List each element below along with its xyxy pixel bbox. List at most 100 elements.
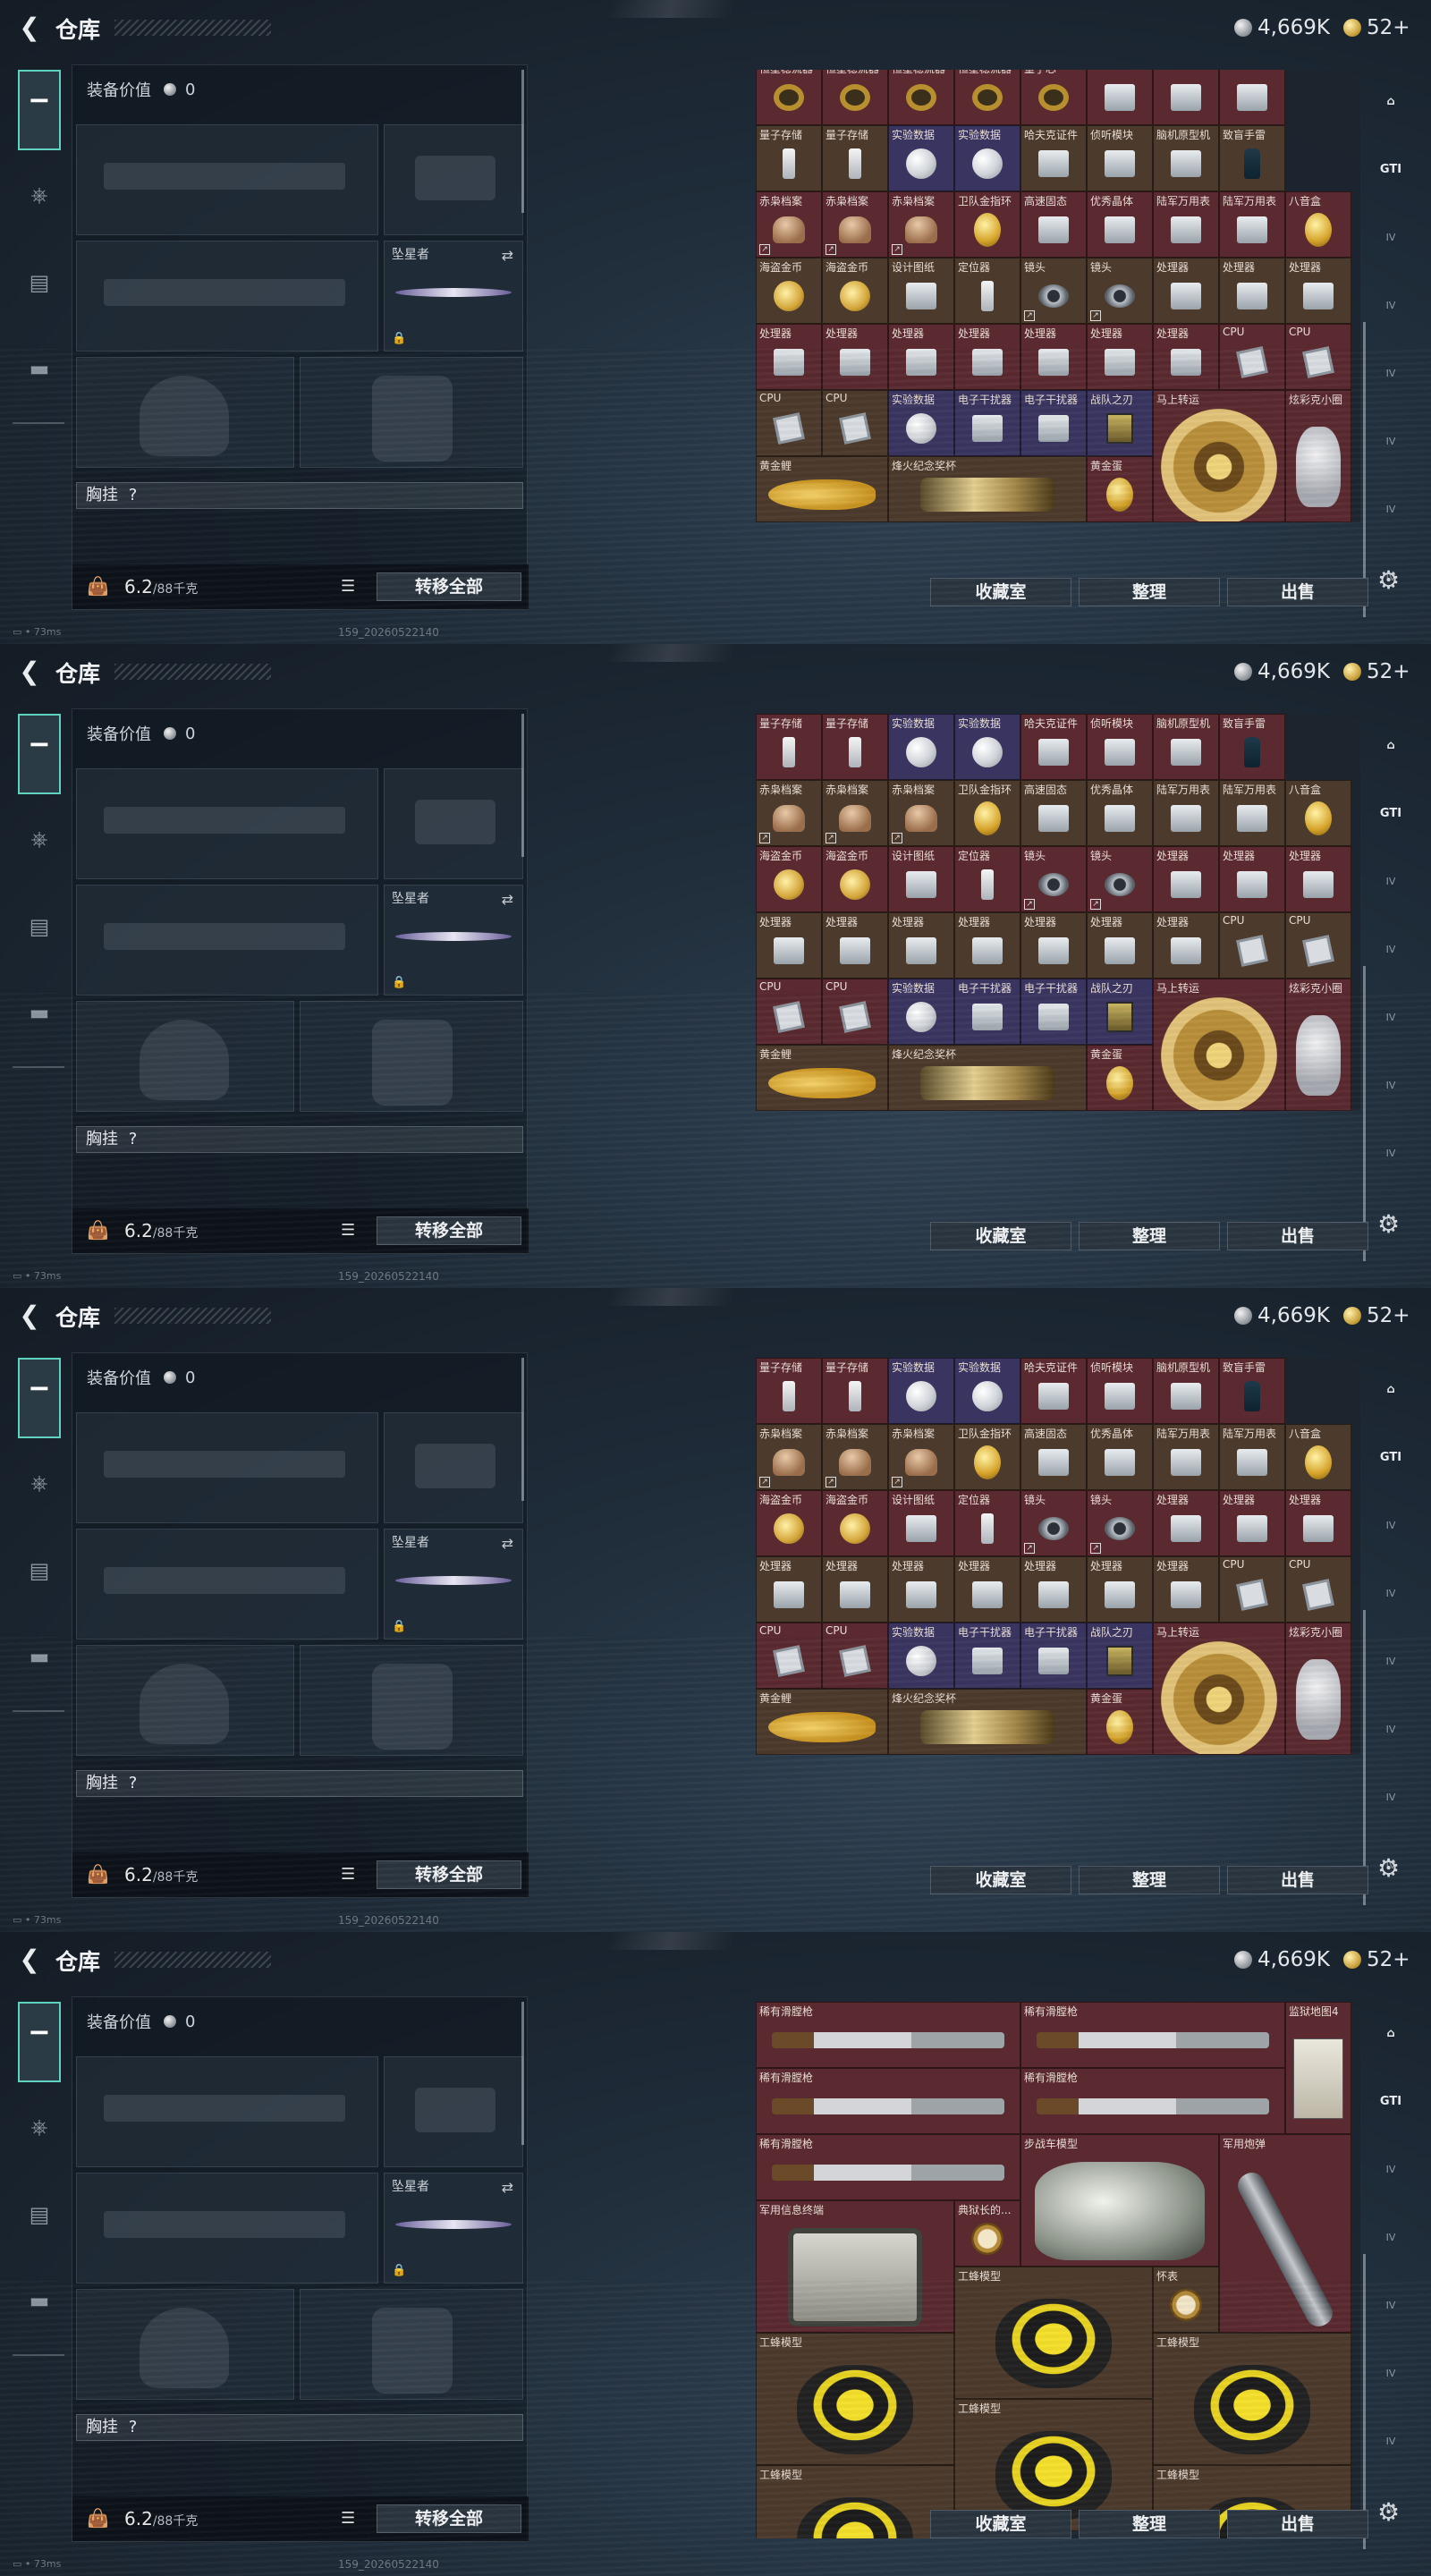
inventory-item[interactable]: 实验数据 — [954, 714, 1020, 780]
tab-armor-icon[interactable]: ⎈ — [20, 2107, 59, 2147]
inventory-item[interactable]: 稀有滑膛枪 — [756, 2002, 1020, 2068]
inventory-item[interactable]: 赤枭档案 ↗ — [822, 780, 888, 846]
collection-button[interactable]: 收藏室 — [930, 578, 1071, 606]
inventory-item[interactable]: 陆军万用表 — [1219, 780, 1285, 846]
inventory-item[interactable]: 处理器 — [1153, 324, 1219, 390]
armor-slot[interactable] — [300, 357, 523, 468]
inventory-item[interactable]: 镜头 ↗ — [1020, 258, 1087, 324]
inventory-item[interactable]: 海盗金币 — [822, 846, 888, 912]
inventory-item[interactable]: 量子存储 — [822, 1358, 888, 1424]
list-icon[interactable]: ☰ — [341, 1865, 355, 1884]
warehouse-scrollbar[interactable] — [1363, 966, 1366, 1261]
inventory-item[interactable]: 战队之刃 — [1087, 1623, 1153, 1689]
inventory-item[interactable]: 处理器 — [954, 324, 1020, 390]
pistol-slot[interactable] — [384, 1412, 523, 1523]
inventory-item[interactable]: 处理器 — [1153, 912, 1219, 979]
inventory-item[interactable]: 量子存储 — [822, 714, 888, 780]
inventory-item[interactable]: 处理器 — [1020, 324, 1087, 390]
storage-home-icon[interactable]: ⌂ — [1373, 728, 1409, 764]
pistol-slot[interactable] — [384, 124, 523, 235]
inventory-item[interactable]: 处理器 — [1153, 1556, 1219, 1623]
storage-tab-3[interactable]: IV — [1373, 288, 1409, 324]
inventory-item[interactable]: 侦听模块 — [1087, 714, 1153, 780]
inventory-item[interactable]: 哈夫克证件 — [1020, 125, 1087, 191]
settings-gear-icon[interactable]: ⚙ — [1377, 1853, 1400, 1883]
back-arrow-icon[interactable]: ❮ — [16, 658, 43, 685]
inventory-item[interactable]: 致盲手雷 — [1219, 125, 1285, 191]
inventory-item[interactable]: 侦听模块 — [1087, 1358, 1153, 1424]
helmet-slot[interactable] — [76, 2289, 294, 2400]
inventory-item[interactable]: 定位器 — [954, 846, 1020, 912]
inventory-item[interactable]: 军用炮弹 — [1219, 2134, 1351, 2333]
inventory-item[interactable]: 处理器 — [1087, 324, 1153, 390]
inventory-item[interactable]: 稀有滑膛枪 — [1020, 2068, 1285, 2134]
inventory-item[interactable]: 处理器 — [1153, 1490, 1219, 1556]
storage-tab-1[interactable]: GTI — [1373, 2084, 1409, 2120]
equipment-scrollbar[interactable] — [521, 70, 524, 213]
inventory-item[interactable]: 稀有滑膛枪 — [756, 2134, 1020, 2200]
armor-slot[interactable] — [300, 1645, 523, 1756]
inventory-item[interactable]: 实验数据 — [888, 979, 954, 1045]
sort-button[interactable]: 整理 — [1079, 2510, 1220, 2538]
inventory-item[interactable]: CPU — [756, 979, 822, 1045]
inventory-item[interactable]: 赤枭档案 ↗ — [888, 780, 954, 846]
inventory-item[interactable]: 处理器 — [888, 324, 954, 390]
inventory-item[interactable]: CPU — [1285, 324, 1351, 390]
tab-rig-icon[interactable]: ▤ — [20, 2195, 59, 2234]
inventory-item[interactable]: 高速固态 — [1020, 780, 1087, 846]
chest-rig-slot[interactable]: 胸挂 ? — [76, 1770, 523, 1797]
inventory-item[interactable]: 电子干扰器 — [1020, 1623, 1087, 1689]
secondary-weapon-slot[interactable] — [76, 2173, 378, 2284]
tab-rig-icon[interactable]: ▤ — [20, 907, 59, 946]
inventory-item[interactable]: 致盲手雷 — [1219, 1358, 1285, 1424]
sell-button[interactable]: 出售 — [1227, 1866, 1368, 1894]
inventory-item[interactable]: 八音盒 — [1285, 780, 1351, 846]
inventory-item[interactable]: 烽火纪念奖杯 — [888, 1045, 1087, 1111]
inventory-item[interactable]: 处理器 — [756, 1556, 822, 1623]
inventory-item[interactable]: 处理器 — [756, 324, 822, 390]
settings-gear-icon[interactable]: ⚙ — [1377, 2497, 1400, 2527]
inventory-item[interactable]: 八音盒 — [1285, 1424, 1351, 1490]
storage-tab-5[interactable]: IV — [1373, 1712, 1409, 1748]
inventory-item[interactable]: 处理器 — [1219, 1490, 1285, 1556]
gold-currency[interactable]: 52+ — [1343, 14, 1410, 41]
storage-tab-6[interactable]: IV — [1373, 1136, 1409, 1172]
inventory-item[interactable]: 恒星稳流器 — [954, 70, 1020, 125]
inventory-item[interactable]: 量子存储 — [756, 1358, 822, 1424]
sell-button[interactable]: 出售 — [1227, 578, 1368, 606]
inventory-item[interactable]: 优秀晶体 — [1087, 1424, 1153, 1490]
inventory-item[interactable]: 设计图纸 — [888, 846, 954, 912]
inventory-item[interactable]: 卫队金指环 — [954, 191, 1020, 258]
inventory-item[interactable]: 处理器 — [888, 1556, 954, 1623]
inventory-item[interactable]: 海盗金币 — [756, 1490, 822, 1556]
helmet-slot[interactable] — [76, 357, 294, 468]
secondary-weapon-slot[interactable] — [76, 885, 378, 996]
helmet-slot[interactable] — [76, 1645, 294, 1756]
storage-tab-4[interactable]: IV — [1373, 1644, 1409, 1680]
inventory-item[interactable]: 监狱地图4 — [1285, 2002, 1351, 2134]
inventory-item[interactable]: 炫彩克小圈 — [1285, 1623, 1351, 1755]
inventory-item[interactable] — [1219, 70, 1285, 125]
inventory-item[interactable]: 处理器 — [1153, 846, 1219, 912]
chest-rig-slot[interactable]: 胸挂 ? — [76, 2414, 523, 2441]
inventory-item[interactable]: 哈夫克证件 — [1020, 714, 1087, 780]
inventory-item[interactable]: 处理器 — [756, 912, 822, 979]
primary-weapon-slot[interactable] — [76, 1412, 378, 1523]
inventory-item[interactable]: 侦听模块 — [1087, 125, 1153, 191]
inventory-item[interactable]: CPU — [1285, 1556, 1351, 1623]
inventory-item[interactable]: 实验数据 — [888, 1358, 954, 1424]
inventory-item[interactable]: 战队之刃 — [1087, 979, 1153, 1045]
inventory-item[interactable]: 实验数据 — [888, 1623, 954, 1689]
storage-home-icon[interactable]: ⌂ — [1373, 2016, 1409, 2052]
settings-gear-icon[interactable]: ⚙ — [1377, 1209, 1400, 1239]
primary-weapon-slot[interactable] — [76, 2056, 378, 2167]
inventory-item[interactable]: 实验数据 — [888, 714, 954, 780]
inventory-item[interactable]: 赤枭档案 ↗ — [756, 1424, 822, 1490]
tab-rig-icon[interactable]: ▤ — [20, 1551, 59, 1590]
inventory-item[interactable]: 陆军万用表 — [1153, 191, 1219, 258]
inventory-item[interactable]: 黄金鲤 — [756, 456, 888, 522]
inventory-item[interactable]: 处理器 — [888, 912, 954, 979]
tab-weapons-icon[interactable]: ▔ — [18, 2002, 61, 2082]
inventory-item[interactable]: 工蜂模型 — [954, 2267, 1153, 2399]
equipment-scrollbar[interactable] — [521, 714, 524, 857]
